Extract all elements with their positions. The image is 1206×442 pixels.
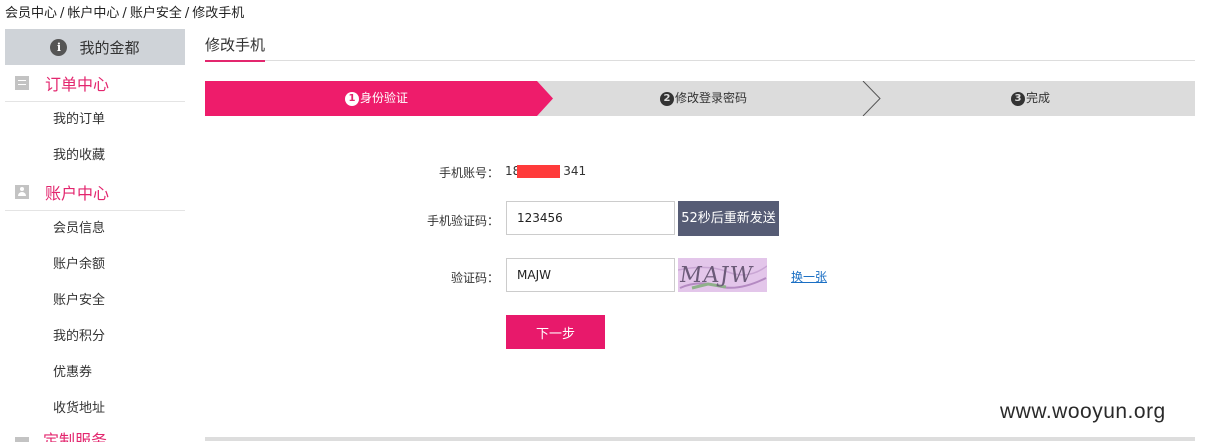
step-identity-verification: 1 身份验证	[345, 81, 408, 116]
resend-sms-button[interactable]: 52秒后重新发送	[678, 201, 779, 236]
sidebar-section-custom-service: 定制服务	[5, 432, 185, 442]
sidebar-item-my-orders[interactable]: 我的订单	[5, 102, 185, 138]
refresh-captcha-link[interactable]: 换一张	[791, 268, 827, 285]
breadcrumb-separator: /	[122, 6, 127, 21]
sms-code-input[interactable]	[506, 201, 675, 235]
breadcrumb-item[interactable]: 账户安全	[130, 6, 182, 21]
phone-suffix: 341	[563, 164, 587, 178]
footer-divider	[205, 437, 1195, 441]
step-label: 修改登录密码	[675, 91, 748, 105]
step-change-password: 2 修改登录密码	[660, 81, 747, 116]
sidebar-head-my-account[interactable]: i 我的金都	[5, 29, 185, 65]
info-icon: i	[50, 38, 68, 56]
next-step-button[interactable]: 下一步	[506, 315, 605, 349]
step-number: 3	[1011, 91, 1025, 106]
sidebar: i 我的金都 订单中心 我的订单 我的收藏 账户中心 会员信息 账户余额 账户安…	[5, 29, 185, 427]
sidebar-section-orders: 订单中心	[5, 65, 185, 102]
main-panel: 修改手机 1 身份验证 2 修改登录密码 3 完成	[205, 29, 1195, 116]
sidebar-item-coupons[interactable]: 优惠券	[5, 355, 185, 391]
sidebar-section-title: 账户中心	[45, 184, 110, 203]
breadcrumb-separator: /	[184, 6, 190, 21]
sidebar-item-member-info[interactable]: 会员信息	[5, 211, 185, 247]
sidebar-item-points[interactable]: 我的积分	[5, 319, 185, 355]
step-number: 2	[660, 91, 674, 106]
tab-bar: 修改手机	[205, 29, 1195, 62]
breadcrumb-item[interactable]: 帐户中心	[67, 6, 119, 21]
step-number: 1	[345, 91, 359, 106]
watermark: www.wooyun.org	[1000, 400, 1166, 423]
phone-redaction-mask	[517, 165, 560, 178]
captcha-image-text: MAJW	[678, 262, 755, 288]
sidebar-section-title: 订单中心	[45, 75, 110, 94]
captcha-label: 验证码：	[450, 271, 499, 285]
step-complete: 3 完成	[1011, 81, 1050, 116]
step-label: 身份验证	[360, 91, 409, 105]
sidebar-section-title: 定制服务	[43, 432, 108, 442]
sidebar-section-account: 账户中心	[5, 174, 185, 211]
sidebar-item-security[interactable]: 账户安全	[5, 283, 185, 319]
tab-change-phone[interactable]: 修改手机	[205, 34, 266, 62]
sidebar-head-label: 我的金都	[79, 38, 140, 57]
sidebar-item-favorites[interactable]: 我的收藏	[5, 138, 185, 174]
list-icon	[15, 76, 29, 90]
captcha-input[interactable]	[506, 258, 675, 292]
service-icon	[15, 437, 29, 442]
sms-code-label: 手机验证码：	[426, 214, 499, 228]
progress-steps: 1 身份验证 2 修改登录密码 3 完成	[205, 81, 1195, 116]
sidebar-item-balance[interactable]: 账户余额	[5, 247, 185, 283]
captcha-image[interactable]: MAJW	[678, 258, 767, 292]
phone-label: 手机账号：	[438, 166, 499, 180]
breadcrumb-item[interactable]: 会员中心	[5, 6, 57, 21]
sidebar-item-address[interactable]: 收货地址	[5, 391, 185, 427]
breadcrumb-item-current: 修改手机	[192, 6, 245, 21]
breadcrumb-separator: /	[60, 6, 65, 21]
breadcrumb: 会员中心 / 帐户中心 / 账户安全 / 修改手机	[5, 2, 244, 21]
step-label: 完成	[1026, 91, 1051, 105]
user-icon	[15, 185, 29, 199]
